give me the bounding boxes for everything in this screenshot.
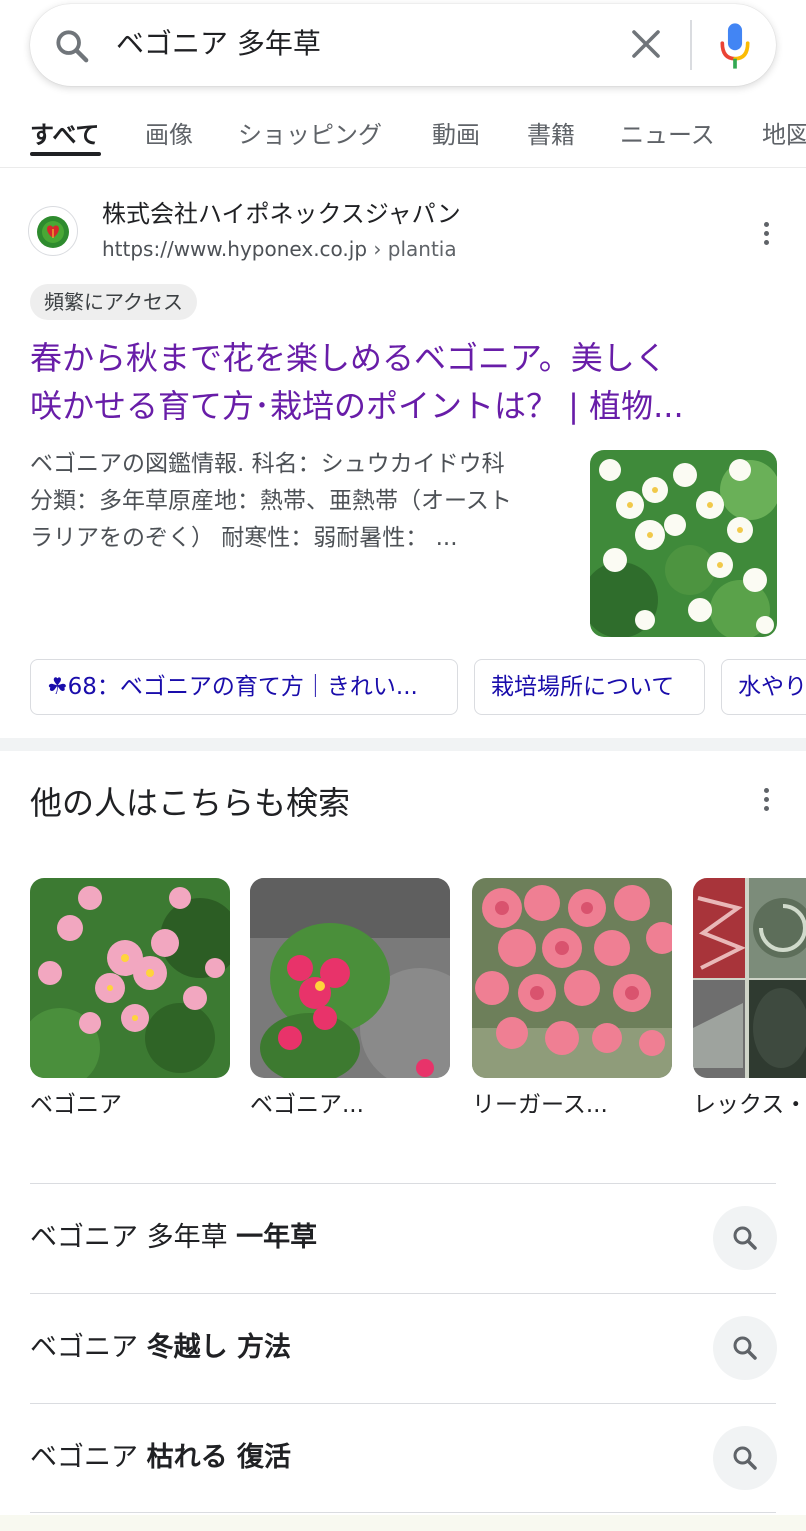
- related-search-suggestion[interactable]: ベゴニア 多年草 一年草: [30, 1183, 777, 1293]
- suggestion-bold: 枯れる 復活: [146, 1442, 291, 1473]
- site-name[interactable]: 株式会社ハイポネックスジャパン: [102, 198, 461, 230]
- bottom-edge: [0, 1515, 806, 1531]
- sitelink-chip[interactable]: 栽培場所について: [474, 659, 705, 715]
- site-url[interactable]: https://www.hyponex.co.jp › plantia: [102, 234, 457, 264]
- more-vert-icon[interactable]: [759, 788, 773, 818]
- suggestion-search-button[interactable]: [713, 1206, 777, 1270]
- related-search-suggestion[interactable]: ベゴニア 冬越し 方法: [30, 1293, 777, 1403]
- result-title-line: 春から秋まで花を楽しめるベゴニア。美しく: [30, 339, 667, 377]
- search-tabs: すべて 画像 ショッピング 動画 書籍 ニュース 地図: [0, 110, 806, 168]
- related-image[interactable]: [693, 878, 806, 1078]
- suggestion-text: ベゴニア 多年草 一年草: [30, 1218, 317, 1258]
- snippet-line: ラリアをのぞく） 耐寒性：弱耐暑性： ...: [30, 525, 458, 551]
- tab-news[interactable]: ニュース: [620, 118, 715, 152]
- related-image-label[interactable]: ベゴニア: [30, 1088, 122, 1122]
- related-image[interactable]: [30, 878, 230, 1078]
- suggestion-search-icon: [733, 1226, 757, 1250]
- sitelink-chip[interactable]: 水やり: [721, 659, 806, 715]
- suggestion-bold: 冬越し 方法: [146, 1332, 291, 1363]
- active-tab-indicator: [30, 152, 101, 156]
- url-breadcrumb: › plantia: [373, 237, 457, 261]
- tab-maps[interactable]: 地図: [762, 118, 806, 152]
- suggestion-text: ベゴニア 冬越し 方法: [30, 1328, 291, 1368]
- result-title-line: 咲かせる育て方･栽培のポイントは？ | 植物...: [30, 387, 684, 425]
- suggestion-plain: ベゴニア 多年草: [30, 1222, 237, 1253]
- tab-shopping[interactable]: ショッピング: [238, 118, 382, 152]
- related-image-label[interactable]: レックス・: [693, 1088, 806, 1122]
- result-snippet: ベゴニアの図鑑情報. 科名：シュウカイドウ科 分類：多年草原産地：熱帯、亜熱帯（…: [30, 446, 565, 557]
- divider: [30, 1512, 776, 1513]
- suggestion-search-button[interactable]: [713, 1316, 777, 1380]
- search-icon: [56, 30, 89, 63]
- tab-videos[interactable]: 動画: [432, 118, 480, 152]
- related-image[interactable]: [472, 878, 672, 1078]
- suggestion-plain: ベゴニア: [30, 1442, 147, 1473]
- frequently-visited-badge: 頻繁にアクセス: [30, 284, 197, 320]
- related-search-suggestion[interactable]: ベゴニア 枯れる 復活: [30, 1403, 777, 1513]
- section-separator: [0, 738, 806, 751]
- search-divider: [690, 20, 692, 70]
- snippet-line: 分類：多年草原産地：熱帯、亜熱帯（オースト: [30, 488, 512, 514]
- tab-images[interactable]: 画像: [145, 118, 193, 152]
- sitelink-chip[interactable]: ☘68：ベゴニアの育て方｜きれい...: [30, 659, 458, 715]
- site-favicon: [28, 206, 78, 256]
- tab-books[interactable]: 書籍: [527, 118, 575, 152]
- search-bar[interactable]: ベゴニア 多年草: [30, 4, 776, 86]
- result-thumbnail[interactable]: [590, 450, 777, 637]
- search-input[interactable]: ベゴニア 多年草: [116, 26, 321, 62]
- related-image-label[interactable]: リーガース...: [472, 1088, 608, 1122]
- sitelink-chips: ☘68：ベゴニアの育て方｜きれい... 栽培場所について 水やり: [30, 659, 806, 715]
- suggestion-bold: 一年草: [236, 1222, 318, 1253]
- suggestion-search-icon: [733, 1336, 757, 1360]
- suggestion-text: ベゴニア 枯れる 復活: [30, 1438, 291, 1478]
- suggestion-plain: ベゴニア: [30, 1332, 147, 1363]
- tab-all[interactable]: すべて: [30, 118, 99, 152]
- related-searches-heading: 他の人はこちらも検索: [30, 784, 351, 822]
- suggestion-search-button[interactable]: [713, 1426, 777, 1490]
- url-domain: https://www.hyponex.co.jp: [102, 237, 368, 261]
- related-image-label[interactable]: ベゴニア...: [250, 1088, 364, 1122]
- mic-icon[interactable]: [718, 22, 752, 70]
- related-image[interactable]: [250, 878, 450, 1078]
- clear-icon[interactable]: [628, 26, 664, 62]
- result-title-link[interactable]: 春から秋まで花を楽しめるベゴニア。美しく 咲かせる育て方･栽培のポイントは？ |…: [30, 334, 770, 430]
- suggestion-search-icon: [733, 1446, 757, 1470]
- more-vert-icon[interactable]: [759, 222, 773, 252]
- snippet-line: ベゴニアの図鑑情報. 科名：シュウカイドウ科: [30, 451, 505, 477]
